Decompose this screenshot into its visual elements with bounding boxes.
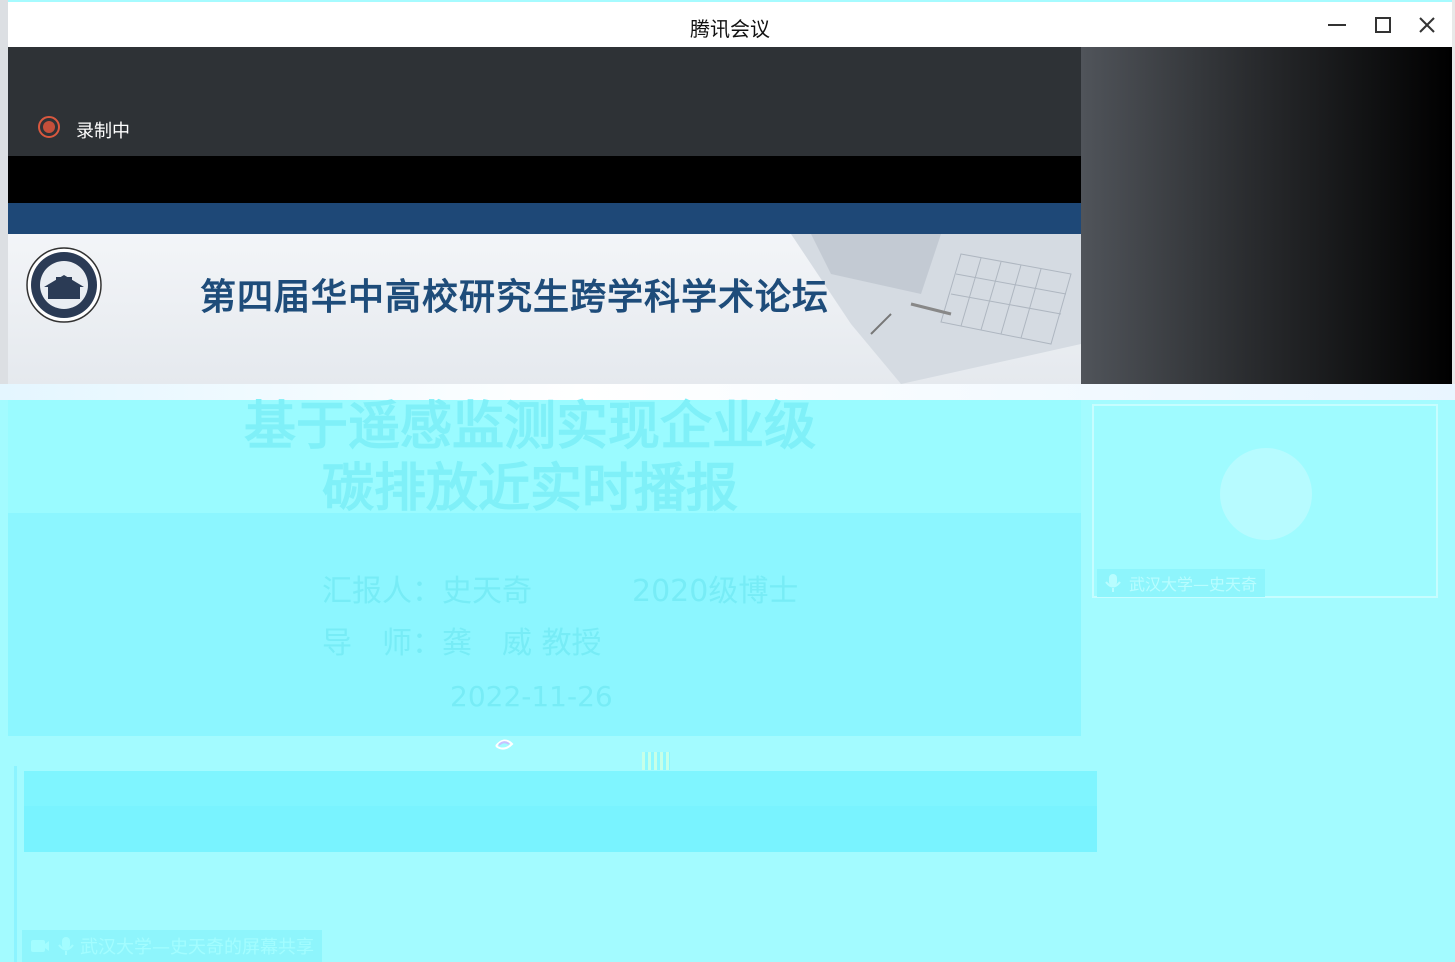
slide-blue-band — [8, 203, 1081, 234]
glitch-artifact-bars — [642, 752, 670, 770]
slide-date: 2022-11-26 — [450, 680, 613, 713]
screen-share-icon — [31, 940, 49, 952]
screen-share-label: 武汉大学—史天奇的屏幕共享 — [80, 937, 314, 958]
record-icon[interactable] — [38, 116, 60, 138]
meeting-toolbar-top — [24, 771, 1097, 806]
screen-share-tag: 武汉大学—史天奇的屏幕共享 — [22, 930, 322, 962]
shared-slide: 第四届华中高校研究生跨学科学术论坛 — [8, 234, 1081, 384]
maximize-icon — [1375, 17, 1391, 33]
slide-topic-line-2: 碳排放近实时播报 — [321, 459, 738, 519]
recording-bar: 录制中 — [8, 47, 1081, 156]
glitch-vertical-line — [14, 766, 17, 962]
slide-advisor: 导 师：龚 威 教授 — [322, 626, 602, 661]
close-icon — [1419, 17, 1435, 33]
meeting-toolbar-bottom — [24, 806, 1097, 852]
glitch-artifact — [495, 739, 514, 750]
slide-degree: 2020级博士 — [632, 574, 799, 609]
microphone-icon — [1105, 574, 1121, 592]
microphone-icon — [58, 937, 74, 955]
meeting-window: 腾讯会议 录制中 第四届华中高校研究生跨学科学术论坛 基于遥感监测实现企业级 碳… — [0, 0, 1455, 962]
left-edge — [0, 0, 8, 400]
window-title: 腾讯会议 — [690, 17, 770, 41]
university-logo — [26, 247, 102, 323]
maximize-button[interactable] — [1368, 10, 1398, 40]
slide-top-black — [8, 156, 1081, 203]
slide-reporter: 汇报人：史天奇 — [322, 574, 532, 609]
video-panel — [1081, 47, 1452, 384]
title-bar: 腾讯会议 — [8, 2, 1452, 48]
participant-avatar — [1220, 448, 1312, 540]
recording-label: 录制中 — [76, 121, 130, 142]
participant-name: 武汉大学—史天奇 — [1129, 575, 1258, 594]
participant-name-tag: 武汉大学—史天奇 — [1097, 569, 1266, 597]
close-button[interactable] — [1412, 10, 1442, 40]
minimize-button[interactable] — [1322, 10, 1352, 40]
forum-title: 第四届华中高校研究生跨学科学术论坛 — [200, 277, 830, 318]
minimize-icon — [1328, 24, 1346, 26]
